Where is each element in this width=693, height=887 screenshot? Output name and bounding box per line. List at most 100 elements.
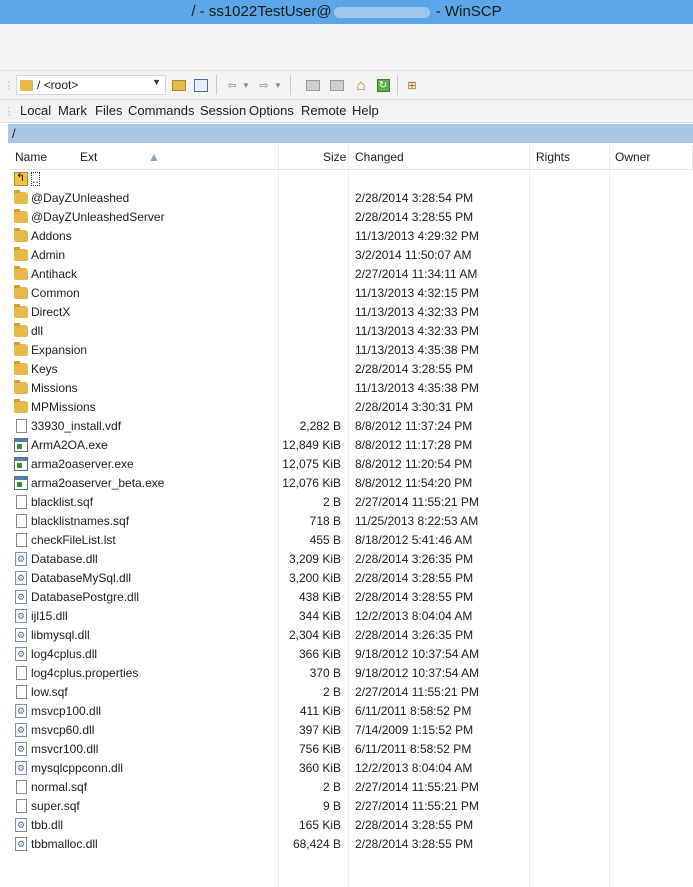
menu-remote[interactable]: Remote [301, 103, 347, 118]
file-row[interactable]: Addons 11/13/2013 4:29:32 PM [8, 227, 693, 246]
title-bar: / - ss1022TestUser@ - WinSCP [0, 0, 693, 24]
file-changed: 8/8/2012 11:17:28 PM [355, 438, 473, 452]
file-name: @DayZUnleashedServer [31, 210, 165, 224]
file-name: DatabasePostgre.dll [31, 590, 140, 604]
folder-icon [20, 79, 33, 91]
file-row[interactable]: Antihack 2/27/2014 11:34:11 AM [8, 265, 693, 284]
window-title-prefix: / - ss1022TestUser@ [191, 3, 332, 20]
file-row[interactable]: super.sqf 9 B 2/27/2014 11:55:21 PM [8, 797, 693, 816]
file-row[interactable]: log4cplus.properties 370 B 9/18/2012 10:37… [8, 664, 693, 683]
file-name: msvcp60.dll [31, 723, 95, 737]
file-name: blacklist.sqf [31, 495, 94, 509]
file-row[interactable]: DirectX 11/13/2013 4:32:33 PM [8, 303, 693, 322]
file-changed: 2/27/2014 11:34:11 AM [355, 267, 478, 281]
back-dropdown[interactable]: ▼ [241, 76, 251, 94]
file-row[interactable]: checkFileList.lst 455 B 8/18/2012 5:41:46 … [8, 531, 693, 550]
column-rights[interactable]: Rights [536, 150, 570, 164]
back-arrow-icon: ⇦ [227, 79, 237, 92]
file-row[interactable]: normal.sqf 2 B 2/27/2014 11:55:21 PM [8, 778, 693, 797]
file-row[interactable]: tbb.dll 165 KiB 2/28/2014 3:28:55 PM [8, 816, 693, 835]
file-row[interactable]: msvcp60.dll 397 KiB 7/14/2009 1:15:52 PM [8, 721, 693, 740]
file-changed: 7/14/2009 1:15:52 PM [355, 723, 474, 737]
menu-session[interactable]: Session [200, 103, 246, 118]
parent-directory-button[interactable] [304, 76, 322, 94]
file-icon [16, 419, 27, 433]
file-row[interactable]: Keys 2/28/2014 3:28:55 PM [8, 360, 693, 379]
column-ext[interactable]: Ext [80, 150, 97, 164]
file-row[interactable]: MPMissions 2/28/2014 3:30:31 PM [8, 398, 693, 417]
file-changed: 2/28/2014 3:28:55 PM [355, 837, 474, 851]
file-row[interactable]: arma2oaserver.exe 12,075 KiB 8/8/2012 11:2… [8, 455, 693, 474]
file-size: 2 B [322, 495, 341, 509]
column-owner[interactable]: Owner [615, 150, 650, 164]
file-changed: 3/2/2014 11:50:07 AM [355, 248, 472, 262]
folder-icon [14, 247, 28, 261]
refresh-button[interactable]: ↻ [374, 76, 392, 94]
file-row[interactable]: @DayZUnleashed 2/28/2014 3:28:54 PM [8, 189, 693, 208]
home-button[interactable]: ⌂ [352, 76, 370, 94]
back-button[interactable]: ⇦ [224, 76, 240, 94]
file-row[interactable]: blacklist.sqf 2 B 2/27/2014 11:55:21 PM [8, 493, 693, 512]
path-combobox-value: / <root> [37, 78, 79, 92]
file-name: blacklistnames.sqf [31, 514, 130, 528]
file-row[interactable]: 33930_install.vdf 2,282 B 8/8/2012 11:37:2… [8, 417, 693, 436]
file-row[interactable]: low.sqf 2 B 2/27/2014 11:55:21 PM [8, 683, 693, 702]
file-row[interactable]: msvcr100.dll 756 KiB 6/11/2011 8:58:52 PM [8, 740, 693, 759]
file-row[interactable]: dll 11/13/2013 4:32:33 PM [8, 322, 693, 341]
file-row[interactable]: mysqlcppconn.dll 360 KiB 12/2/2013 8:04:04… [8, 759, 693, 778]
menu-commands[interactable]: Commands [128, 103, 194, 118]
file-row[interactable]: DatabaseMySql.dll 3,200 KiB 2/28/2014 3:28… [8, 569, 693, 588]
file-row[interactable]: msvcp100.dll 411 KiB 6/11/2011 8:58:52 PM [8, 702, 693, 721]
file-icon [16, 533, 27, 547]
parent-directory-row[interactable]: .. [8, 170, 693, 189]
root-folder-icon [330, 79, 344, 91]
column-size[interactable]: Size [323, 150, 346, 164]
file-name: Addons [31, 229, 72, 243]
exe-icon [14, 438, 28, 452]
file-size: 12,849 KiB [282, 438, 341, 452]
forward-dropdown[interactable]: ▼ [273, 76, 283, 94]
menu-options[interactable]: Options [249, 103, 294, 118]
file-changed: 2/28/2014 3:28:55 PM [355, 818, 474, 832]
dll-icon [15, 704, 27, 718]
file-changed: 2/28/2014 3:28:55 PM [355, 590, 474, 604]
file-row[interactable]: DatabasePostgre.dll 438 KiB 2/28/2014 3:28… [8, 588, 693, 607]
folder-icon [14, 304, 28, 318]
tree-toggle-button[interactable]: ⊞ [403, 76, 421, 94]
file-changed: 11/13/2013 4:35:38 PM [355, 343, 479, 357]
open-directory-button[interactable] [170, 76, 188, 94]
file-row[interactable]: Missions 11/13/2013 4:35:38 PM [8, 379, 693, 398]
file-row[interactable]: tbbmalloc.dll 68,424 B 2/28/2014 3:28:55 P… [8, 835, 693, 854]
menu-mark[interactable]: Mark [58, 103, 87, 118]
folder-icon [14, 361, 28, 375]
file-row[interactable]: Database.dll 3,209 KiB 2/28/2014 3:26:35 P… [8, 550, 693, 569]
toolbar-separator [397, 75, 398, 95]
filter-button[interactable] [192, 76, 210, 94]
path-combobox[interactable]: / <root> ▼ [16, 75, 166, 95]
file-changed: 2/28/2014 3:30:31 PM [355, 400, 474, 414]
dll-icon [15, 742, 27, 756]
file-row[interactable]: Expansion 11/13/2013 4:35:38 PM [8, 341, 693, 360]
forward-button[interactable]: ⇨ [256, 76, 272, 94]
ribbon-area [0, 24, 693, 71]
menu-files[interactable]: Files [95, 103, 122, 118]
file-name: arma2oaserver_beta.exe [31, 476, 165, 490]
file-row[interactable]: arma2oaserver_beta.exe 12,076 KiB 8/8/2012… [8, 474, 693, 493]
file-row[interactable]: ArmA2OA.exe 12,849 KiB 8/8/2012 11:17:28 P… [8, 436, 693, 455]
file-row[interactable]: blacklistnames.sqf 718 B 11/25/2013 8:22:5… [8, 512, 693, 531]
file-row[interactable]: libmysql.dll 2,304 KiB 2/28/2014 3:26:35 P… [8, 626, 693, 645]
file-name: low.sqf [31, 685, 68, 699]
file-list[interactable]: ..@DayZUnleashed2/28/2014 3:28:54 PM@Day… [8, 170, 693, 887]
root-directory-button[interactable] [328, 76, 346, 94]
menu-local[interactable]: Local [20, 103, 51, 118]
column-name[interactable]: Name [15, 150, 47, 164]
file-row[interactable]: log4cplus.dll 366 KiB 9/18/2012 10:37:54 A… [8, 645, 693, 664]
chevron-down-icon[interactable]: ▼ [152, 77, 161, 87]
file-row[interactable]: Common 11/13/2013 4:32:15 PM [8, 284, 693, 303]
file-row[interactable]: Admin 3/2/2014 11:50:07 AM [8, 246, 693, 265]
menu-help[interactable]: Help [352, 103, 379, 118]
column-changed[interactable]: Changed [355, 150, 404, 164]
file-row[interactable]: @DayZUnleashedServer 2/28/2014 3:28:55 PM [8, 208, 693, 227]
file-row[interactable]: ijl15.dll 344 KiB 12/2/2013 8:04:04 AM [8, 607, 693, 626]
file-changed: 8/8/2012 11:54:20 PM [355, 476, 473, 490]
